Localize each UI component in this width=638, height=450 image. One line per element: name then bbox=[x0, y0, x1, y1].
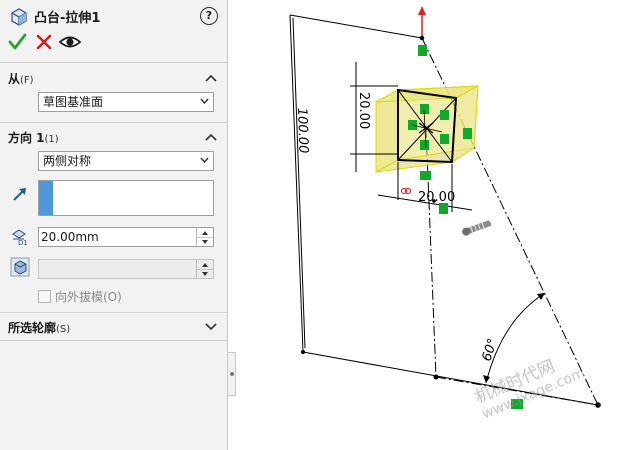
panel-titlebar: 凸台-拉伸1 ? bbox=[0, 0, 228, 30]
dimension-height[interactable]: 20.00 bbox=[356, 92, 371, 129]
chevron-down-icon bbox=[200, 157, 209, 164]
chevron-down-icon bbox=[200, 98, 209, 105]
divider bbox=[0, 122, 228, 123]
depth-input[interactable]: 20.00mm bbox=[38, 227, 214, 247]
chevron-up-icon[interactable] bbox=[205, 73, 217, 83]
selection-indicator bbox=[39, 181, 53, 215]
draft-angle-input[interactable] bbox=[38, 259, 214, 279]
angle-arrow bbox=[537, 293, 545, 300]
eye-icon[interactable] bbox=[58, 32, 82, 52]
panel-title: 凸台-拉伸1 bbox=[34, 11, 101, 26]
section-direction1-title: 方向 1 bbox=[8, 131, 45, 145]
close-icon[interactable] bbox=[34, 32, 54, 52]
section-direction1-shortcut: (1) bbox=[44, 134, 59, 145]
from-condition-value: 草图基准面 bbox=[43, 95, 104, 109]
extrude-boss-icon bbox=[11, 8, 27, 26]
panel-splitter-handle[interactable] bbox=[228, 352, 236, 396]
draft-outward-checkbox[interactable] bbox=[38, 290, 51, 303]
end-condition-select[interactable]: 两侧对称 bbox=[38, 151, 214, 171]
spin-down-icon[interactable] bbox=[197, 269, 213, 279]
dimension-length[interactable]: 100.00 bbox=[294, 108, 311, 154]
spin-down-icon[interactable] bbox=[197, 237, 213, 247]
draft-outward-option[interactable]: 向外拔模(O) bbox=[38, 288, 122, 305]
spin-up-icon[interactable] bbox=[197, 260, 213, 269]
from-condition-select[interactable]: 草图基准面 bbox=[38, 92, 214, 112]
chevron-up-icon[interactable] bbox=[205, 132, 217, 142]
link-dimension-icon bbox=[400, 187, 412, 195]
divider bbox=[0, 62, 228, 63]
checkmark-icon[interactable] bbox=[8, 32, 28, 52]
dimension-line bbox=[292, 17, 306, 349]
rotate-cursor-icon bbox=[462, 220, 492, 236]
property-manager-panel: 凸台-拉伸1 ? 从(F) 草图基准面 方向 1(1) 两侧对称 D1 20.0… bbox=[0, 0, 228, 450]
axis-arrow-icon bbox=[418, 6, 426, 37]
divider bbox=[0, 312, 228, 313]
splitter-grip bbox=[230, 372, 234, 376]
section-direction1-header[interactable]: 方向 1(1) bbox=[8, 129, 59, 146]
depth-stepper bbox=[196, 228, 213, 246]
sketch-line bbox=[289, 14, 304, 353]
section-contours-title: 所选轮廓 bbox=[8, 321, 57, 335]
draft-outward-label: 向外拔模(O) bbox=[55, 290, 122, 304]
draft-angle-stepper bbox=[196, 260, 213, 278]
help-button[interactable]: ? bbox=[200, 7, 218, 25]
depth-value: 20.00mm bbox=[41, 230, 99, 244]
end-condition-value: 两侧对称 bbox=[43, 154, 92, 168]
direction-arrow-icon[interactable] bbox=[10, 184, 30, 204]
section-contours-header[interactable]: 所选轮廓(S) bbox=[8, 319, 70, 336]
section-contours-shortcut: (S) bbox=[56, 324, 71, 335]
direction-selection-box[interactable] bbox=[38, 180, 214, 216]
dimension-width[interactable]: 20.00 bbox=[418, 190, 455, 205]
spin-up-icon[interactable] bbox=[197, 228, 213, 237]
divider bbox=[0, 340, 228, 341]
dimension-angle[interactable]: 60° bbox=[480, 337, 501, 364]
svg-text:D1: D1 bbox=[18, 239, 28, 246]
section-from-shortcut: (F) bbox=[20, 75, 34, 86]
depth-dimension-icon: D1 bbox=[12, 229, 28, 246]
draft-toggle-icon[interactable] bbox=[10, 257, 30, 277]
sketch-line bbox=[289, 14, 423, 39]
section-from-header[interactable]: 从(F) bbox=[8, 70, 34, 87]
section-from-title: 从 bbox=[8, 72, 21, 86]
chevron-down-icon[interactable] bbox=[205, 322, 217, 332]
